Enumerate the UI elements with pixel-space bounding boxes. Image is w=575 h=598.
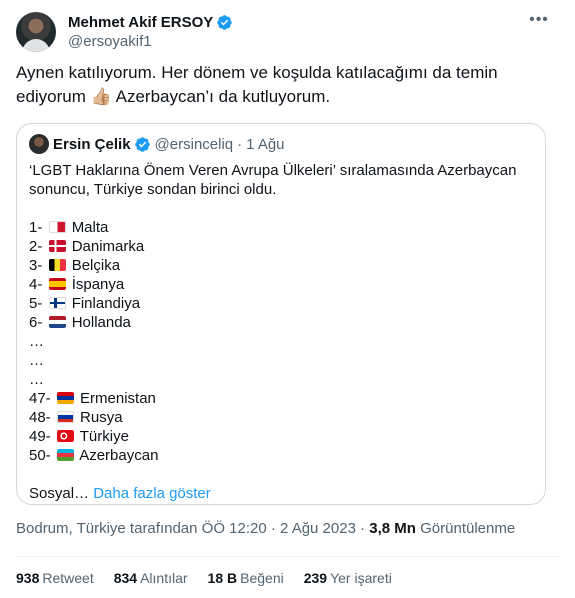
- ranking-rank: 6-: [29, 314, 43, 331]
- ranking-country: İspanya: [71, 276, 125, 293]
- ranking-item: 5- Finlandiya: [29, 294, 534, 313]
- ranking-rank: 4-: [29, 276, 43, 293]
- author-display-name[interactable]: Mehmet Akif ERSOY: [68, 14, 213, 31]
- ranking-item: 50- Azerbaycan: [29, 446, 534, 465]
- quoted-tweet-body: ‘LGBT Haklarına Önem Veren Avrupa Ülkele…: [29, 161, 534, 503]
- ranking-country: Finlandiya: [71, 295, 141, 312]
- ranking-country: Danimarka: [71, 238, 145, 255]
- truncated-text: Sosyal…: [29, 485, 90, 502]
- ellipsis-line: …: [29, 371, 44, 388]
- ranking-item: 6- Hollanda: [29, 313, 534, 332]
- likes-stat[interactable]: 18 B Beğeni: [208, 570, 284, 586]
- quoted-intro-line: ‘LGBT Haklarına Önem Veren Avrupa Ülkele…: [29, 162, 517, 179]
- tweet-text-line: Aynen katılıyorum. Her dönem ve koşulda …: [16, 63, 498, 82]
- likes-count: 18 B: [207, 570, 238, 586]
- ranking-country: Malta: [71, 219, 109, 236]
- retweets-label: Retweet: [42, 570, 94, 586]
- divider: [16, 556, 559, 557]
- tweet-meta: Bodrum, Türkiye tarafından ÖÖ 12:20 · 2 …: [16, 520, 515, 537]
- quoted-author-handle: @ersinceliq: [154, 135, 234, 153]
- retweets-stat[interactable]: 938 Retweet: [16, 570, 94, 586]
- ranking-item: 49- Türkiye: [29, 427, 534, 446]
- engagement-stats: 938 Retweet 834 Alıntılar 18 B Beğeni 239 Ye…: [16, 570, 412, 586]
- ranking-country: Ermenistan: [80, 390, 156, 407]
- ranking-country: Azerbaycan: [79, 447, 159, 464]
- russia-flag-icon: [56, 411, 74, 423]
- ranking-item: 3- Belçika: [29, 256, 534, 275]
- quoted-date: 1 Ağu: [246, 135, 285, 153]
- netherlands-flag-icon: [48, 316, 66, 328]
- retweets-count: 938: [16, 570, 40, 586]
- ranking-country: Türkiye: [79, 428, 129, 445]
- ellipsis-line: …: [29, 333, 44, 350]
- quotes-stat[interactable]: 834 Alıntılar: [114, 570, 188, 586]
- more-options-icon[interactable]: •••: [529, 12, 549, 34]
- ranking-item: 48- Rusya: [29, 408, 534, 427]
- belgium-flag-icon: [48, 259, 66, 271]
- author-avatar[interactable]: [16, 12, 56, 52]
- ranking-country: Hollanda: [71, 314, 131, 331]
- separator-dot: ·: [237, 135, 243, 153]
- ranking-rank: 1-: [29, 219, 43, 236]
- azerbaijan-flag-icon: [56, 449, 74, 461]
- spain-flag-icon: [48, 278, 66, 290]
- quoted-tweet-card[interactable]: Ersin Çelik @ersinceliq · 1 Ağu ‘LGBT Ha…: [16, 123, 546, 505]
- bookmarks-stat[interactable]: 239 Yer işareti: [304, 570, 392, 586]
- armenia-flag-icon: [56, 392, 74, 404]
- tweet-text-line: ediyorum 👍🏼 Azerbaycan’ı da kutluyorum.: [16, 85, 546, 109]
- ranking-rank: 48-: [29, 409, 51, 426]
- denmark-flag-icon: [48, 240, 66, 252]
- ranking-rank: 49-: [29, 428, 51, 445]
- finland-flag-icon: [48, 297, 66, 309]
- author-name-block: Mehmet Akif ERSOY @ersoyakif1: [68, 12, 233, 50]
- quoted-intro-line: sonuncu, Türkiye sondan birinci oldu.: [29, 181, 277, 198]
- bookmarks-count: 239: [303, 570, 328, 586]
- location-time[interactable]: Bodrum, Türkiye tarafından ÖÖ 12:20 · 2 …: [16, 520, 365, 537]
- tweet-text-segment: ediyorum: [16, 87, 86, 106]
- ranking-item: 4- İspanya: [29, 275, 534, 294]
- ranking-rank: 50-: [29, 447, 51, 464]
- tweet-header: Mehmet Akif ERSOY @ersoyakif1 •••: [16, 12, 559, 56]
- ranking-rank: 2-: [29, 238, 43, 255]
- thumbs-up-emoji-icon: 👍🏼: [90, 87, 112, 106]
- quotes-label: Alıntılar: [140, 570, 188, 586]
- ranking-country: Rusya: [80, 409, 123, 426]
- ranking-rank: 5-: [29, 295, 43, 312]
- ranking-item: 1- Malta: [29, 218, 534, 237]
- verified-badge-icon: [217, 14, 233, 30]
- ranking-item: 47- Ermenistan: [29, 389, 534, 408]
- views-label: Görüntülenme: [420, 520, 516, 537]
- quoted-author-avatar: [29, 134, 49, 154]
- views-count: 3,8 Mn: [369, 520, 416, 537]
- likes-label: Beğeni: [240, 570, 284, 586]
- show-more-link[interactable]: Daha fazla göster: [93, 485, 211, 502]
- quoted-author-name: Ersin Çelik: [53, 135, 131, 153]
- bookmarks-label: Yer işareti: [330, 570, 392, 586]
- ranking-rank: 47-: [29, 390, 51, 407]
- ellipsis-line: …: [29, 352, 44, 369]
- malta-flag-icon: [48, 221, 66, 233]
- verified-badge-icon: [134, 136, 150, 152]
- quotes-count: 834: [113, 570, 138, 586]
- turkey-flag-icon: [56, 430, 74, 442]
- tweet-text: Aynen katılıyorum. Her dönem ve koşulda …: [16, 61, 546, 109]
- author-handle[interactable]: @ersoyakif1: [68, 33, 233, 50]
- tweet-text-segment: Azerbaycan’ı da kutluyorum.: [115, 87, 331, 106]
- truncated-line: Sosyal… Daha fazla göster: [29, 484, 534, 503]
- ranking-country: Belçika: [71, 257, 121, 274]
- quoted-tweet-header: Ersin Çelik @ersinceliq · 1 Ağu: [29, 134, 285, 154]
- ranking-rank: 3-: [29, 257, 43, 274]
- ranking-item: 2- Danimarka: [29, 237, 534, 256]
